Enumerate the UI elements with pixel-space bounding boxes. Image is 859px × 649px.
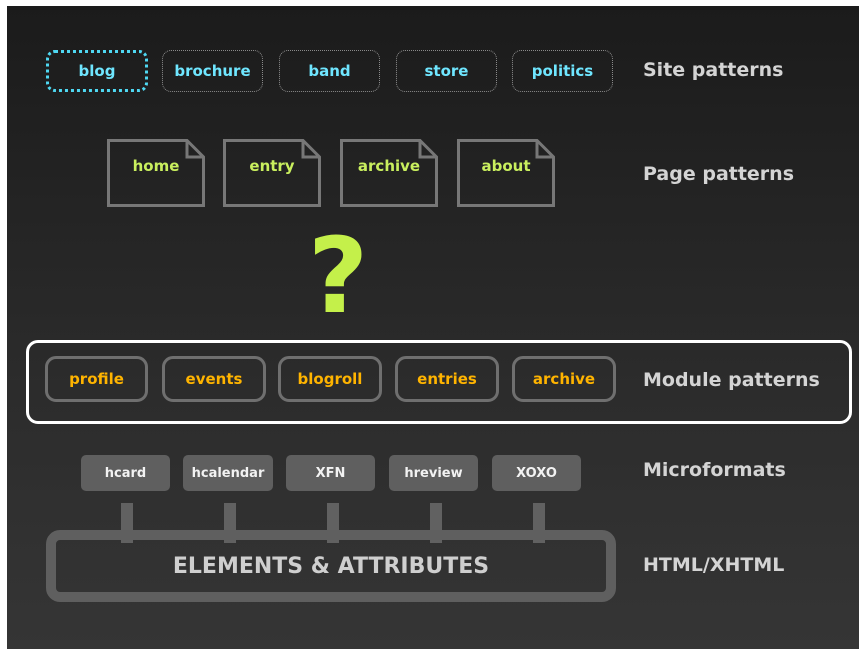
page-pattern-entry: entry [223,139,321,207]
module-pattern-label: events [185,370,243,388]
microformat-hcard: hcard [81,455,170,491]
site-pattern-brochure: brochure [162,50,263,92]
microformat-label: hcalendar [191,465,265,481]
site-patterns-label: Site patterns [643,59,784,81]
module-pattern-profile: profile [45,356,148,402]
site-pattern-label: politics [531,62,594,80]
microformat-hreview: hreview [389,455,478,491]
page-pattern-archive: archive [340,139,438,207]
elements-attributes-label: ELEMENTS & ATTRIBUTES [172,553,490,579]
page-pattern-label: archive [357,157,421,175]
module-pattern-entries: entries [395,356,499,402]
module-pattern-label: archive [532,370,596,388]
microformat-label: hreview [404,465,463,481]
page-pattern-about: about [457,139,555,207]
module-pattern-blogroll: blogroll [278,356,382,402]
diagram-slide: blog brochure band store politics Site p… [7,6,859,649]
page-patterns-label: Page patterns [643,163,795,185]
microformats-label: Microformats [643,459,786,481]
microformat-label: hcard [104,465,147,481]
page-pattern-home: home [107,139,205,207]
site-pattern-band: band [279,50,380,92]
question-mark: ? [307,215,369,337]
microformat-label: XFN [315,465,346,481]
module-pattern-label: blogroll [297,370,363,388]
elements-attributes-box: ELEMENTS & ATTRIBUTES [46,530,616,602]
site-pattern-label: band [308,62,351,80]
microformat-label: XOXO [516,465,557,481]
module-pattern-events: events [162,356,266,402]
page-pattern-label: entry [249,157,295,175]
site-pattern-blog: blog [46,50,148,92]
site-pattern-store: store [396,50,497,92]
module-pattern-label: entries [417,370,477,388]
site-pattern-label: blog [78,62,116,80]
site-pattern-label: store [424,62,469,80]
module-pattern-archive: archive [512,356,616,402]
site-pattern-label: brochure [174,62,251,80]
page-pattern-label: about [481,157,531,175]
page-pattern-label: home [132,157,180,175]
html-xhtml-label: HTML/XHTML [643,554,785,576]
site-pattern-politics: politics [512,50,613,92]
module-patterns-label: Module patterns [643,369,820,391]
microformat-hcalendar: hcalendar [183,455,273,491]
microformat-xoxo: XOXO [492,455,581,491]
microformat-xfn: XFN [286,455,375,491]
module-pattern-label: profile [69,370,124,388]
